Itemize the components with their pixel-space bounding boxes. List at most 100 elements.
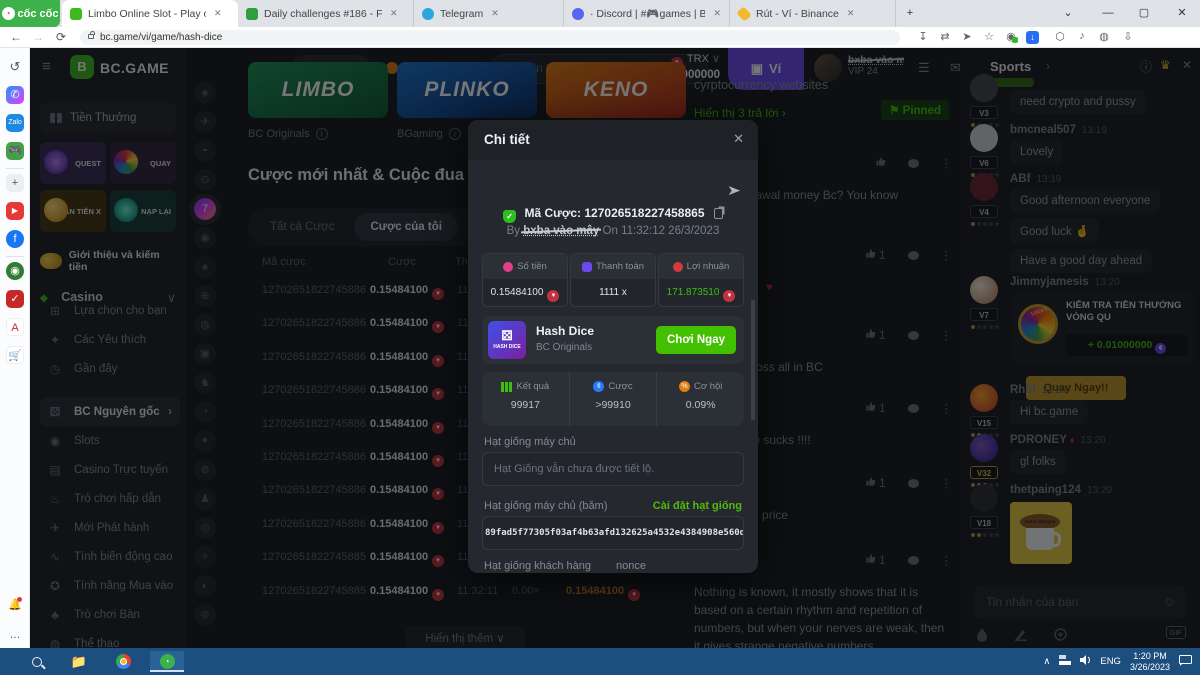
coccoc-brand[interactable]: ◔ cốc cốc (0, 0, 60, 27)
new-tab-button[interactable]: + (898, 0, 922, 27)
modal-header: Chi tiết ✕ (468, 120, 758, 160)
sports-ball-icon[interactable]: ◉ (6, 262, 24, 280)
video-download-icon[interactable]: ↓ (1026, 31, 1039, 44)
check-app-icon[interactable]: ✓ (6, 290, 24, 308)
bet-byline: By bxba vào mây On 11:32:12 26/3/2023 (468, 225, 758, 237)
coccoc-taskbar-icon[interactable]: ◔ (150, 651, 184, 672)
browser-toolbar: ← → ⟳ bc.game/vi/game/hash-dice ↧ ⇄ ➤ ☆ … (0, 27, 1200, 48)
result-col: Kết quả 99917 (482, 372, 569, 426)
percent-icon: % (679, 381, 690, 392)
action-center-icon[interactable] (1179, 655, 1192, 669)
volume-icon[interactable] (1080, 655, 1091, 668)
tab-favicon (246, 8, 258, 20)
tab-title: Limbo Online Slot - Play onli (88, 8, 206, 20)
result-chart-icon (501, 382, 512, 392)
media-icon[interactable]: ♪ (1074, 30, 1090, 42)
maximize-button[interactable]: ▢ (1126, 0, 1162, 27)
cart-app-icon[interactable]: 🛒 (6, 346, 24, 364)
brand-label: cốc cốc (18, 8, 59, 20)
stat-profit: Lợi nhuận 171.873510▼ (658, 253, 744, 307)
taskbar-time: 1:20 PM (1133, 651, 1167, 661)
close-button[interactable]: ✕ (1164, 0, 1200, 27)
server-seed-field[interactable]: Hạt Giống vẫn chưa được tiết lộ. (482, 452, 744, 486)
profit-icon (673, 262, 683, 272)
play-now-button[interactable]: Chơi Ngay (656, 326, 736, 354)
lock-icon (88, 34, 94, 39)
facebook-icon[interactable]: f (6, 230, 24, 248)
taskbar-clock[interactable]: 1:20 PM 3/26/2023 (1130, 651, 1170, 672)
seed-settings-link[interactable]: Cài đặt hạt giống (653, 500, 742, 512)
tab-search-icon[interactable]: ⌄ (1050, 0, 1086, 27)
share-icon[interactable]: ➤ (959, 30, 975, 43)
back-icon[interactable]: ← (10, 30, 22, 44)
screen: ◔ cốc cốc Limbo Online Slot - Play onli … (0, 0, 1200, 675)
browser-tab-4[interactable]: · Discord | #🎮games | BC G ✕ (564, 0, 730, 27)
share-icon[interactable]: ➤ (727, 182, 741, 199)
bet-username[interactable]: bxba vào mây (523, 225, 599, 237)
browser-tab-5[interactable]: Rút - Ví - Binance ✕ (730, 0, 896, 27)
messenger-icon[interactable]: ✆ (6, 86, 24, 104)
shield-badge-icon[interactable]: ◉ (1003, 30, 1019, 43)
bet-coin-icon: ¢ (593, 381, 604, 392)
extensions-icon[interactable]: ⬡ (1052, 30, 1068, 43)
server-seed-hash-label: Hạt giống máy chủ (băm) (484, 500, 608, 512)
bookmark-star-icon[interactable]: ☆ (981, 30, 997, 43)
add-shortcut-icon[interactable]: + (6, 174, 24, 192)
game-provider: BC Originals (536, 342, 592, 353)
tab-close-icon[interactable]: ✕ (390, 8, 398, 19)
network-icon[interactable] (1059, 655, 1071, 668)
profile-icon[interactable]: ◍ (1096, 30, 1112, 43)
modal-title: Chi tiết (484, 132, 530, 147)
forward-icon[interactable]: → (32, 30, 44, 44)
zalo-icon[interactable]: Zalo (6, 114, 24, 132)
moneybag-icon (503, 262, 513, 272)
notification-bell-icon[interactable]: 🔔 (6, 596, 24, 614)
a-app-icon[interactable]: A (6, 318, 24, 336)
copy-icon[interactable] (714, 208, 723, 219)
bet-id-value: 127026518227458865 (584, 206, 704, 220)
browser-tab-2[interactable]: Daily challenges #186 - Flash ✕ (238, 0, 414, 27)
modal-close-icon[interactable]: ✕ (733, 131, 744, 147)
history-icon[interactable]: ↺ (6, 58, 24, 76)
tab-close-icon[interactable]: ✕ (214, 8, 222, 19)
youtube-icon[interactable]: ▶ (6, 202, 24, 220)
chrome-icon[interactable] (106, 651, 140, 672)
taskbar-search-icon[interactable] (20, 651, 54, 672)
tab-title: · Discord | #🎮games | BC G (590, 7, 705, 20)
server-seed-hash-field[interactable]: 89fad5f77305f03af4b63afd132625a4532e4384… (482, 516, 744, 550)
language-indicator[interactable]: ENG (1100, 656, 1121, 667)
downloads-icon[interactable]: ⇩ (1120, 30, 1136, 43)
tab-close-icon[interactable]: ✕ (847, 8, 855, 19)
hash-dice-thumbnail[interactable]: ⚄HASH DICE (488, 321, 526, 359)
bet-id-row: ✓ Mã Cược: 127026518227458865 (468, 206, 758, 223)
browser-sidebar-strip: ↺ ✆ Zalo 🎮 + ▶ f ◉ ✓ A 🛒 🔔 … (0, 48, 30, 648)
tab-title: Rút - Ví - Binance (756, 8, 839, 20)
stat-payout: Thanh toán 1111 x (570, 253, 656, 307)
game-card: ⚄HASH DICE Hash Dice BC Originals Chơi N… (482, 316, 744, 364)
bcgame-page: ◆Casino Thể thao Tên trò chơi | Nhà cung… (30, 48, 1200, 648)
nonce-label: nonce (616, 560, 646, 572)
browser-tab-bar: ◔ cốc cốc Limbo Online Slot - Play onli … (0, 0, 1200, 27)
tab-close-icon[interactable]: ✕ (713, 8, 721, 19)
tab-favicon (422, 8, 434, 20)
minimize-button[interactable]: — (1090, 0, 1126, 27)
more-icon[interactable]: … (6, 626, 24, 644)
taskbar-date: 3/26/2023 (1130, 662, 1170, 672)
client-seed-label: Hạt giống khách hàng (484, 560, 591, 572)
tab-close-icon[interactable]: ✕ (491, 8, 499, 19)
translate-icon[interactable]: ⇄ (937, 30, 953, 43)
tab-favicon (736, 6, 752, 22)
modal-scrollbar[interactable] (751, 300, 755, 420)
file-explorer-icon[interactable]: 📁 (62, 651, 96, 672)
trx-coin-icon: ▼ (723, 290, 735, 302)
reload-icon[interactable]: ⟳ (56, 30, 66, 44)
download-tray-icon[interactable]: ↧ (915, 30, 931, 43)
browser-tab-1[interactable]: Limbo Online Slot - Play onli ✕ (62, 0, 238, 27)
games-icon[interactable]: 🎮 (6, 142, 24, 160)
result-bar: Kết quả 99917 ¢Cược >99910 %Cơ hội 0.09% (482, 372, 744, 426)
tray-expand-icon[interactable]: ∧ (1043, 656, 1050, 667)
browser-tab-3[interactable]: Telegram ✕ (414, 0, 564, 27)
url-bar[interactable]: bc.game/vi/game/hash-dice (80, 30, 900, 45)
server-seed-label: Hạt giống máy chủ (484, 436, 576, 448)
chance-col: %Cơ hội 0.09% (656, 372, 744, 426)
